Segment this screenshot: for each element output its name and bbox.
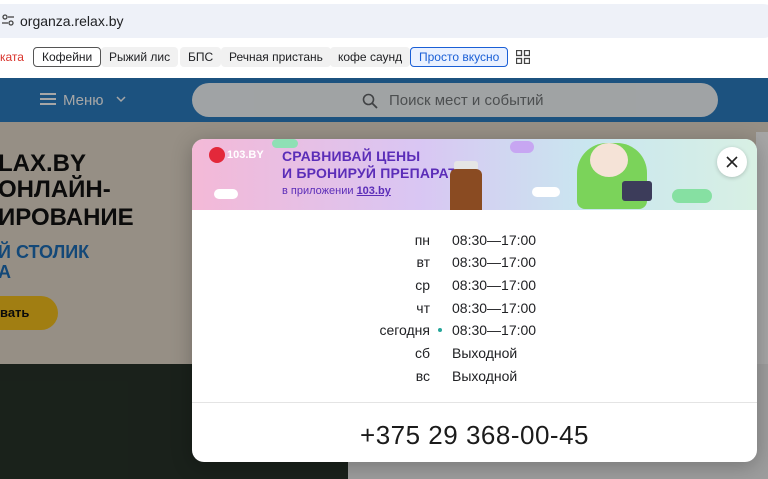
schedule-time: 08:30—17:00 <box>452 254 537 270</box>
chip-3[interactable]: Рыжий лис <box>101 47 179 67</box>
close-icon <box>726 156 738 168</box>
schedule-time: Выходной <box>452 345 518 361</box>
close-button[interactable] <box>717 147 747 177</box>
schedule-day: чт <box>416 300 430 316</box>
quick-search-chips: ката Кофейни Рыжий лис БПС Речная приста… <box>0 42 768 72</box>
ad-sub-prefix: в приложении <box>282 185 357 197</box>
schedule-row: вт 08:30—17:00 <box>192 251 757 273</box>
pill-icon <box>672 189 712 203</box>
schedule-time: Выходной <box>452 368 518 384</box>
apps-grid-icon[interactable] <box>516 50 530 64</box>
schedule-time: 08:30—17:00 <box>452 322 537 338</box>
mascot-head <box>590 143 628 177</box>
schedule-row: сб Выходной <box>192 342 757 364</box>
pill-icon <box>214 189 238 199</box>
address-bar: organza.relax.by <box>0 0 768 40</box>
medicine-bottle-icon <box>450 169 482 210</box>
schedule-day: пн <box>414 232 430 248</box>
schedule-day: ср <box>415 277 430 293</box>
today-indicator-icon <box>438 328 442 332</box>
phone-number-link[interactable]: +375 29 368-00-45 <box>192 420 757 451</box>
browser-window: organza.relax.by ката Кофейни Рыжий лис … <box>0 0 768 479</box>
working-hours-modal: 103.BY СРАВНИВАЙ ЦЕНЫ И БРОНИРУЙ ПРЕПАРА… <box>192 139 757 462</box>
divider <box>192 402 757 403</box>
chip-4[interactable]: БПС <box>180 47 222 67</box>
ad-subline: в приложении 103.by <box>282 185 391 197</box>
schedule-row: чт 08:30—17:00 <box>192 297 757 319</box>
schedule-day: сегодня <box>379 322 430 338</box>
pill-icon <box>532 187 560 197</box>
ad-banner[interactable]: 103.BY СРАВНИВАЙ ЦЕНЫ И БРОНИРУЙ ПРЕПАРА… <box>192 139 757 210</box>
chip-1[interactable]: ката <box>0 47 32 67</box>
site-settings-icon[interactable] <box>2 14 14 26</box>
chip-5[interactable]: Речная пристань <box>221 47 331 67</box>
schedule-row: вс Выходной <box>192 365 757 387</box>
schedule-row-today: сегодня 08:30—17:00 <box>192 319 757 341</box>
schedule-time: 08:30—17:00 <box>452 277 537 293</box>
ad-logo: 103.BY <box>227 149 264 161</box>
chip-6[interactable]: кофе саунд <box>330 47 411 67</box>
ad-sub-link: 103.by <box>356 185 391 197</box>
schedule-day: сб <box>414 345 430 361</box>
chip-2[interactable]: Кофейни <box>33 47 102 67</box>
url-text[interactable]: organza.relax.by <box>20 13 124 29</box>
ad-headline-2: И БРОНИРУЙ ПРЕПАРАТЫ <box>282 165 471 181</box>
schedule-time: 08:30—17:00 <box>452 232 537 248</box>
pill-icon <box>272 139 298 148</box>
schedule-row: ср 08:30—17:00 <box>192 274 757 296</box>
schedule-day: вт <box>416 254 430 270</box>
chip-7[interactable]: Просто вкусно <box>410 47 509 67</box>
ad-headline-1: СРАВНИВАЙ ЦЕНЫ <box>282 148 421 164</box>
schedule-time: 08:30—17:00 <box>452 300 537 316</box>
pill-icon <box>510 141 534 153</box>
laptop-icon <box>622 181 652 201</box>
schedule-row: пн 08:30—17:00 <box>192 229 757 251</box>
schedule-day: вс <box>415 368 430 384</box>
